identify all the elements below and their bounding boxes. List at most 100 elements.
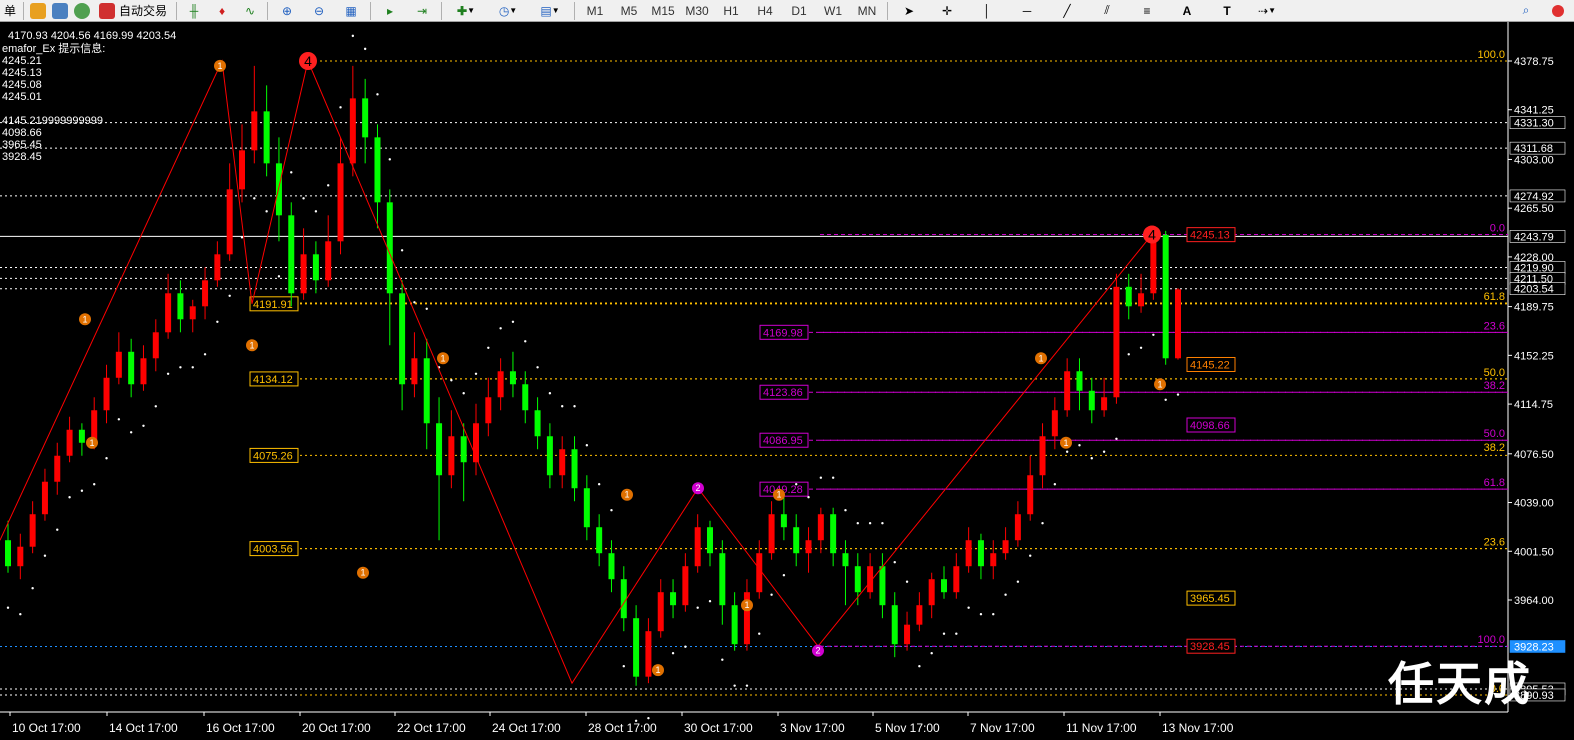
toolbar: 单 自动交易 ╫ ♦ ∿ ⊕ ⊖ ▦ ▸ ⇥ ✚ ▼ ◷ ▼ ▤ ▼ M1 M5 M15 M… — [0, 0, 1574, 22]
auto-trade-icon — [99, 2, 115, 19]
candle-body — [941, 579, 947, 593]
sar-dot — [684, 645, 687, 648]
sar-dot — [758, 632, 761, 635]
zoom-in-icon[interactable]: ⊕ — [271, 1, 303, 21]
bar-chart-icon[interactable]: ╫ — [180, 1, 208, 21]
timeframe-mn[interactable]: MN — [850, 4, 884, 18]
toolbar-left-label[interactable]: 单 — [0, 1, 20, 21]
wave-marker-label: 4 — [1148, 227, 1156, 243]
sar-dot — [831, 476, 835, 479]
cursor-icon[interactable]: ➤ — [891, 1, 927, 21]
sar-dot — [905, 580, 909, 583]
sar-dot — [1164, 398, 1167, 401]
sar-dot — [179, 366, 182, 369]
chart-background — [0, 22, 1574, 740]
candle-body — [448, 436, 455, 476]
timeframe-m1[interactable]: M1 — [578, 4, 612, 18]
candle-body — [509, 371, 516, 385]
chart-shift-icon[interactable]: ⇥ — [406, 1, 438, 21]
price-chart[interactable]: 4378.754341.254303.004265.504228.004189.… — [0, 22, 1574, 740]
timeframe-h1[interactable]: H1 — [714, 4, 748, 18]
sar-dot — [561, 405, 564, 408]
sar-dot — [955, 632, 958, 635]
timeframe-m30[interactable]: M30 — [680, 4, 714, 18]
sar-dot — [1053, 483, 1057, 486]
auto-trade-label: 自动交易 — [119, 4, 168, 18]
candle-body — [965, 540, 972, 567]
info-line: 3928.45 — [2, 151, 42, 163]
sar-dot — [216, 320, 219, 324]
candle-body — [1088, 390, 1095, 411]
fib-pct-label: 23.6 — [1484, 537, 1505, 549]
navigator-icon[interactable] — [49, 1, 71, 21]
channel-icon[interactable]: ⫽ — [1087, 1, 1127, 21]
sar-dot — [942, 632, 946, 635]
sar-dot — [6, 606, 10, 609]
fib2-pct-label: 100.0 — [1477, 634, 1505, 646]
candle-body — [977, 540, 984, 567]
sar-dot — [129, 431, 133, 434]
toolbar-separator — [574, 1, 576, 20]
fib-pct-label: 100.0 — [1477, 49, 1505, 61]
price-tick-label: 4341.25 — [1514, 105, 1554, 117]
sar-dot — [721, 658, 724, 661]
templates-icon[interactable]: ▤ ▼ — [529, 1, 571, 21]
autoscroll-icon[interactable]: ▸ — [374, 1, 406, 21]
sar-dot — [462, 392, 465, 395]
candle-body — [423, 358, 430, 424]
fibo-icon[interactable]: ≡ — [1127, 1, 1167, 21]
sar-dot — [499, 327, 502, 330]
candle-body — [251, 111, 258, 151]
market-watch-icon[interactable] — [71, 1, 93, 21]
search-icon[interactable]: ⌕ — [1510, 1, 1542, 21]
timeframe-d1[interactable]: D1 — [782, 4, 816, 18]
text-icon[interactable]: A — [1167, 1, 1207, 21]
candle-body — [497, 371, 504, 398]
horizontal-line-icon[interactable]: ─ — [1007, 1, 1047, 21]
sar-dot — [622, 664, 625, 668]
line-chart-icon[interactable]: ∿ — [236, 1, 264, 21]
timeframe-m15[interactable]: M15 — [646, 4, 680, 18]
sar-dot — [191, 366, 194, 369]
watermark: 任天成 — [1388, 657, 1532, 711]
time-tick-label: 7 Nov 17:00 — [970, 721, 1035, 735]
folder-icon[interactable] — [27, 1, 49, 21]
timeframe-m5[interactable]: M5 — [612, 4, 646, 18]
shapes-icon[interactable]: ⇢ ▼ — [1247, 1, 1287, 21]
notification-icon[interactable] — [1542, 1, 1574, 21]
time-tick-label: 20 Oct 17:00 — [302, 721, 371, 735]
sar-dot — [474, 372, 478, 375]
label-icon[interactable]: T — [1207, 1, 1247, 21]
vertical-line-icon[interactable]: │ — [967, 1, 1007, 21]
candle-body — [608, 553, 615, 580]
candle-body — [1175, 289, 1181, 359]
tile-windows-icon[interactable]: ▦ — [335, 1, 367, 21]
sar-dot — [1176, 393, 1180, 396]
trendline-icon[interactable]: ╱ — [1047, 1, 1087, 21]
candle-body — [202, 280, 209, 307]
zoom-out-icon[interactable]: ⊖ — [303, 1, 335, 21]
sar-dot — [314, 210, 318, 213]
auto-trade-button[interactable]: 自动交易 — [93, 1, 173, 21]
sar-dot — [376, 93, 379, 96]
candle-chart-icon[interactable]: ♦ — [208, 1, 236, 21]
price-tick-label: 4303.00 — [1514, 154, 1554, 166]
candle-body — [1113, 286, 1120, 398]
info-line: 4145.219999999999 — [2, 115, 103, 127]
price-tick-label: 4001.50 — [1514, 546, 1554, 558]
periods-icon[interactable]: ◷ ▼ — [487, 1, 529, 21]
time-tick-label: 16 Oct 17:00 — [206, 721, 275, 735]
toolbar-separator — [176, 1, 178, 20]
candle-body — [916, 605, 923, 625]
wave-marker-label: 1 — [1157, 379, 1162, 389]
crosshair-icon[interactable]: ✛ — [927, 1, 967, 21]
timeframe-h4[interactable]: H4 — [748, 4, 782, 18]
wave-marker-label: 1 — [440, 353, 445, 363]
timeframe-w1[interactable]: W1 — [816, 4, 850, 18]
candle-body — [1162, 234, 1169, 359]
time-tick-label: 5 Nov 17:00 — [875, 721, 940, 735]
candle-body — [731, 605, 738, 645]
fib2-label: 4169.98 — [763, 327, 803, 339]
level-box-label: 3928.45 — [1190, 641, 1230, 653]
indicators-icon[interactable]: ✚ ▼ — [445, 1, 487, 21]
